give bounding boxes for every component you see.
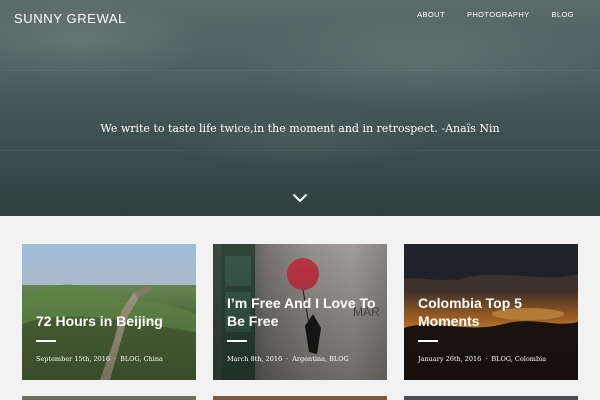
nav-item-about[interactable]: ABOUT (417, 10, 445, 19)
post-card-partial[interactable] (22, 396, 196, 400)
post-meta: March 8th, 2016 · Argentina, BLOG (227, 355, 349, 363)
post-date: September 15th, 2016 (36, 355, 111, 363)
post-title[interactable]: Colombia Top 5 Moments (418, 294, 568, 330)
post-card-partial[interactable] (213, 396, 387, 400)
chevron-down-icon[interactable] (292, 192, 308, 204)
post-card-beijing[interactable]: 72 Hours in Beijing September 15th, 2016… (22, 244, 196, 380)
nav-item-blog[interactable]: BLOG (552, 10, 574, 19)
title-rule (418, 340, 438, 342)
post-meta: September 15th, 2016 · BLOG, China (36, 355, 163, 363)
post-date: January 26th, 2016 (418, 355, 482, 363)
post-card-free[interactable]: MAR I’m Free And I Love To Be Free March… (213, 244, 387, 380)
post-title[interactable]: 72 Hours in Beijing (36, 312, 186, 330)
title-rule (36, 340, 56, 342)
hero-banner: SUNNY GREWAL ABOUT PHOTOGRAPHY BLOG We w… (0, 0, 600, 216)
post-meta: January 26th, 2016 · BLOG, Colombia (418, 355, 547, 363)
post-date: March 8th, 2016 (227, 355, 283, 363)
hero-texture (0, 150, 600, 151)
post-card-partial[interactable] (404, 396, 578, 400)
post-categories[interactable]: BLOG, Colombia (491, 355, 546, 363)
nav-item-photography[interactable]: PHOTOGRAPHY (467, 10, 530, 19)
title-rule (227, 340, 247, 342)
post-categories[interactable]: BLOG, China (120, 355, 163, 363)
hero-quote: We write to taste life twice,in the mome… (100, 122, 500, 135)
post-card-colombia[interactable]: Colombia Top 5 Moments January 26th, 201… (404, 244, 578, 380)
hero-texture (0, 70, 600, 71)
site-title-link[interactable]: SUNNY GREWAL (14, 11, 126, 26)
post-title[interactable]: I’m Free And I Love To Be Free (227, 294, 377, 330)
post-categories[interactable]: Argentina, BLOG (292, 355, 349, 363)
main-nav: ABOUT PHOTOGRAPHY BLOG (417, 10, 574, 19)
